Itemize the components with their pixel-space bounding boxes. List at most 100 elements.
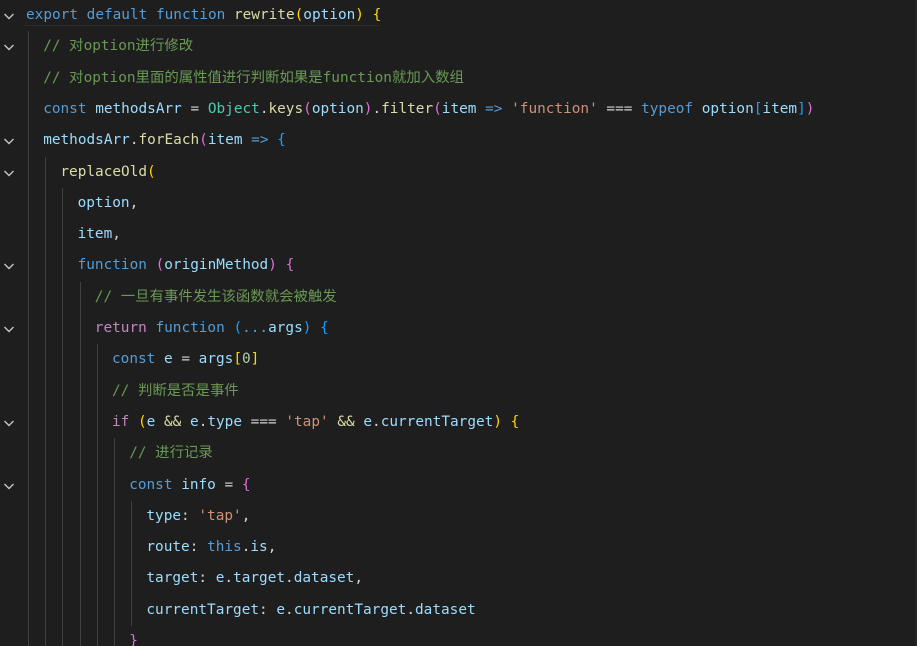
code-line-text: item, (78, 219, 121, 250)
code-line-text: currentTarget: e.currentTarget.dataset (146, 595, 475, 626)
code-line[interactable]: function (originMethod) { (0, 250, 917, 281)
code-line[interactable]: type: 'tap', (0, 501, 917, 532)
code-token: , (241, 507, 251, 524)
code-token: currentTarget (146, 601, 260, 618)
code-token: item (207, 132, 243, 149)
chevron-down-icon[interactable] (2, 258, 16, 272)
code-line[interactable]: const e = args[0] (0, 344, 917, 375)
code-token: , (129, 194, 139, 211)
code-token: ( (303, 100, 312, 117)
code-token: ( (433, 100, 442, 117)
code-line[interactable]: option, (0, 188, 917, 219)
code-token: = (181, 100, 208, 117)
code-line-text: const e = args[0] (112, 344, 259, 375)
code-line[interactable]: // 进行记录 (0, 438, 917, 469)
code-line[interactable]: replaceOld( (0, 157, 917, 188)
code-token: = (172, 351, 199, 368)
code-line[interactable]: item, (0, 219, 917, 250)
code-token: { (241, 476, 251, 493)
code-token: . (406, 601, 416, 618)
code-token: type (207, 413, 243, 430)
chevron-down-icon[interactable] (2, 165, 16, 179)
chevron-down-icon[interactable] (2, 39, 16, 53)
code-token: if (112, 413, 130, 430)
code-token: { (510, 413, 520, 430)
code-token: originMethod (164, 257, 269, 274)
code-line[interactable]: currentTarget: e.currentTarget.dataset (0, 595, 917, 626)
code-token: : (259, 601, 277, 618)
code-token: 'function' (511, 100, 598, 117)
code-line[interactable]: methodsArr.forEach(item => { (0, 125, 917, 156)
code-token: ] (797, 100, 806, 117)
code-token: dataset (415, 601, 476, 618)
code-line-text: function (originMethod) { (78, 250, 295, 281)
code-token: type (146, 507, 182, 524)
chevron-down-icon[interactable] (2, 321, 16, 335)
code-token: e (164, 351, 173, 368)
code-token: ( (147, 163, 156, 180)
code-token: args (268, 320, 303, 336)
code-line-text: return function (...args) { (95, 313, 329, 344)
chevron-down-icon[interactable] (2, 8, 16, 22)
chevron-down-icon[interactable] (2, 133, 16, 147)
code-token: option (77, 194, 130, 211)
code-token: . (285, 601, 294, 618)
code-token: target (146, 570, 199, 587)
code-line[interactable]: route: this.is, (0, 532, 917, 563)
code-line[interactable]: return function (...args) { (0, 313, 917, 344)
code-line[interactable]: if (e && e.type === 'tap' && e.currentTa… (0, 407, 917, 438)
code-token: function (155, 320, 225, 336)
code-token: const (43, 100, 87, 117)
code-line[interactable]: export default function rewrite(option) … (0, 0, 917, 31)
code-line-text: if (e && e.type === 'tap' && e.currentTa… (112, 407, 519, 438)
code-line[interactable]: // 一旦有事件发生该函数就会被触发 (0, 282, 917, 313)
code-token: rewrite (233, 7, 295, 23)
chevron-down-icon[interactable] (2, 478, 16, 492)
code-line[interactable]: // 判断是否是事件 (0, 376, 917, 407)
code-token: ... (242, 320, 269, 336)
code-line[interactable]: const info = { (0, 470, 917, 501)
code-token: option (701, 100, 754, 117)
chevron-down-icon[interactable] (2, 415, 16, 429)
code-token: dataset (293, 570, 355, 587)
code-token: === (242, 413, 286, 430)
code-line[interactable]: target: e.target.dataset, (0, 563, 917, 594)
code-token: forEach (138, 132, 200, 149)
code-token: , (267, 539, 277, 556)
code-token: // 一旦有事件发生该函数就会被触发 (94, 288, 337, 305)
code-token: item (441, 100, 477, 117)
code-token: export (26, 7, 78, 23)
code-token: 0 (242, 351, 251, 368)
code-line[interactable]: // 对option进行修改 (0, 31, 917, 62)
code-token: currentTarget (293, 601, 407, 618)
code-token: { (277, 132, 286, 149)
code-token: && (337, 413, 355, 430)
code-token: const (112, 351, 156, 368)
code-line[interactable]: // 对option里面的属性值进行判断如果是function就加入数组 (0, 63, 917, 94)
code-token: default (86, 7, 148, 23)
code-line[interactable]: } (0, 626, 917, 646)
code-line-text: route: this.is, (146, 532, 276, 563)
code-token: return (94, 320, 147, 336)
code-token: // 对option进行修改 (43, 38, 194, 55)
code-token: , (354, 570, 364, 587)
code-token: : (198, 570, 216, 587)
code-line[interactable]: const methodsArr = Object.keys(option).f… (0, 94, 917, 125)
code-editor[interactable]: export default function rewrite(option) … (0, 0, 917, 646)
code-token: ( (199, 132, 208, 149)
code-token: ) (355, 7, 364, 23)
code-token: === (597, 100, 642, 117)
code-token: currentTarget (380, 413, 494, 430)
code-token: . (285, 570, 294, 587)
code-token: option (303, 7, 356, 23)
code-token: Object (207, 100, 260, 117)
